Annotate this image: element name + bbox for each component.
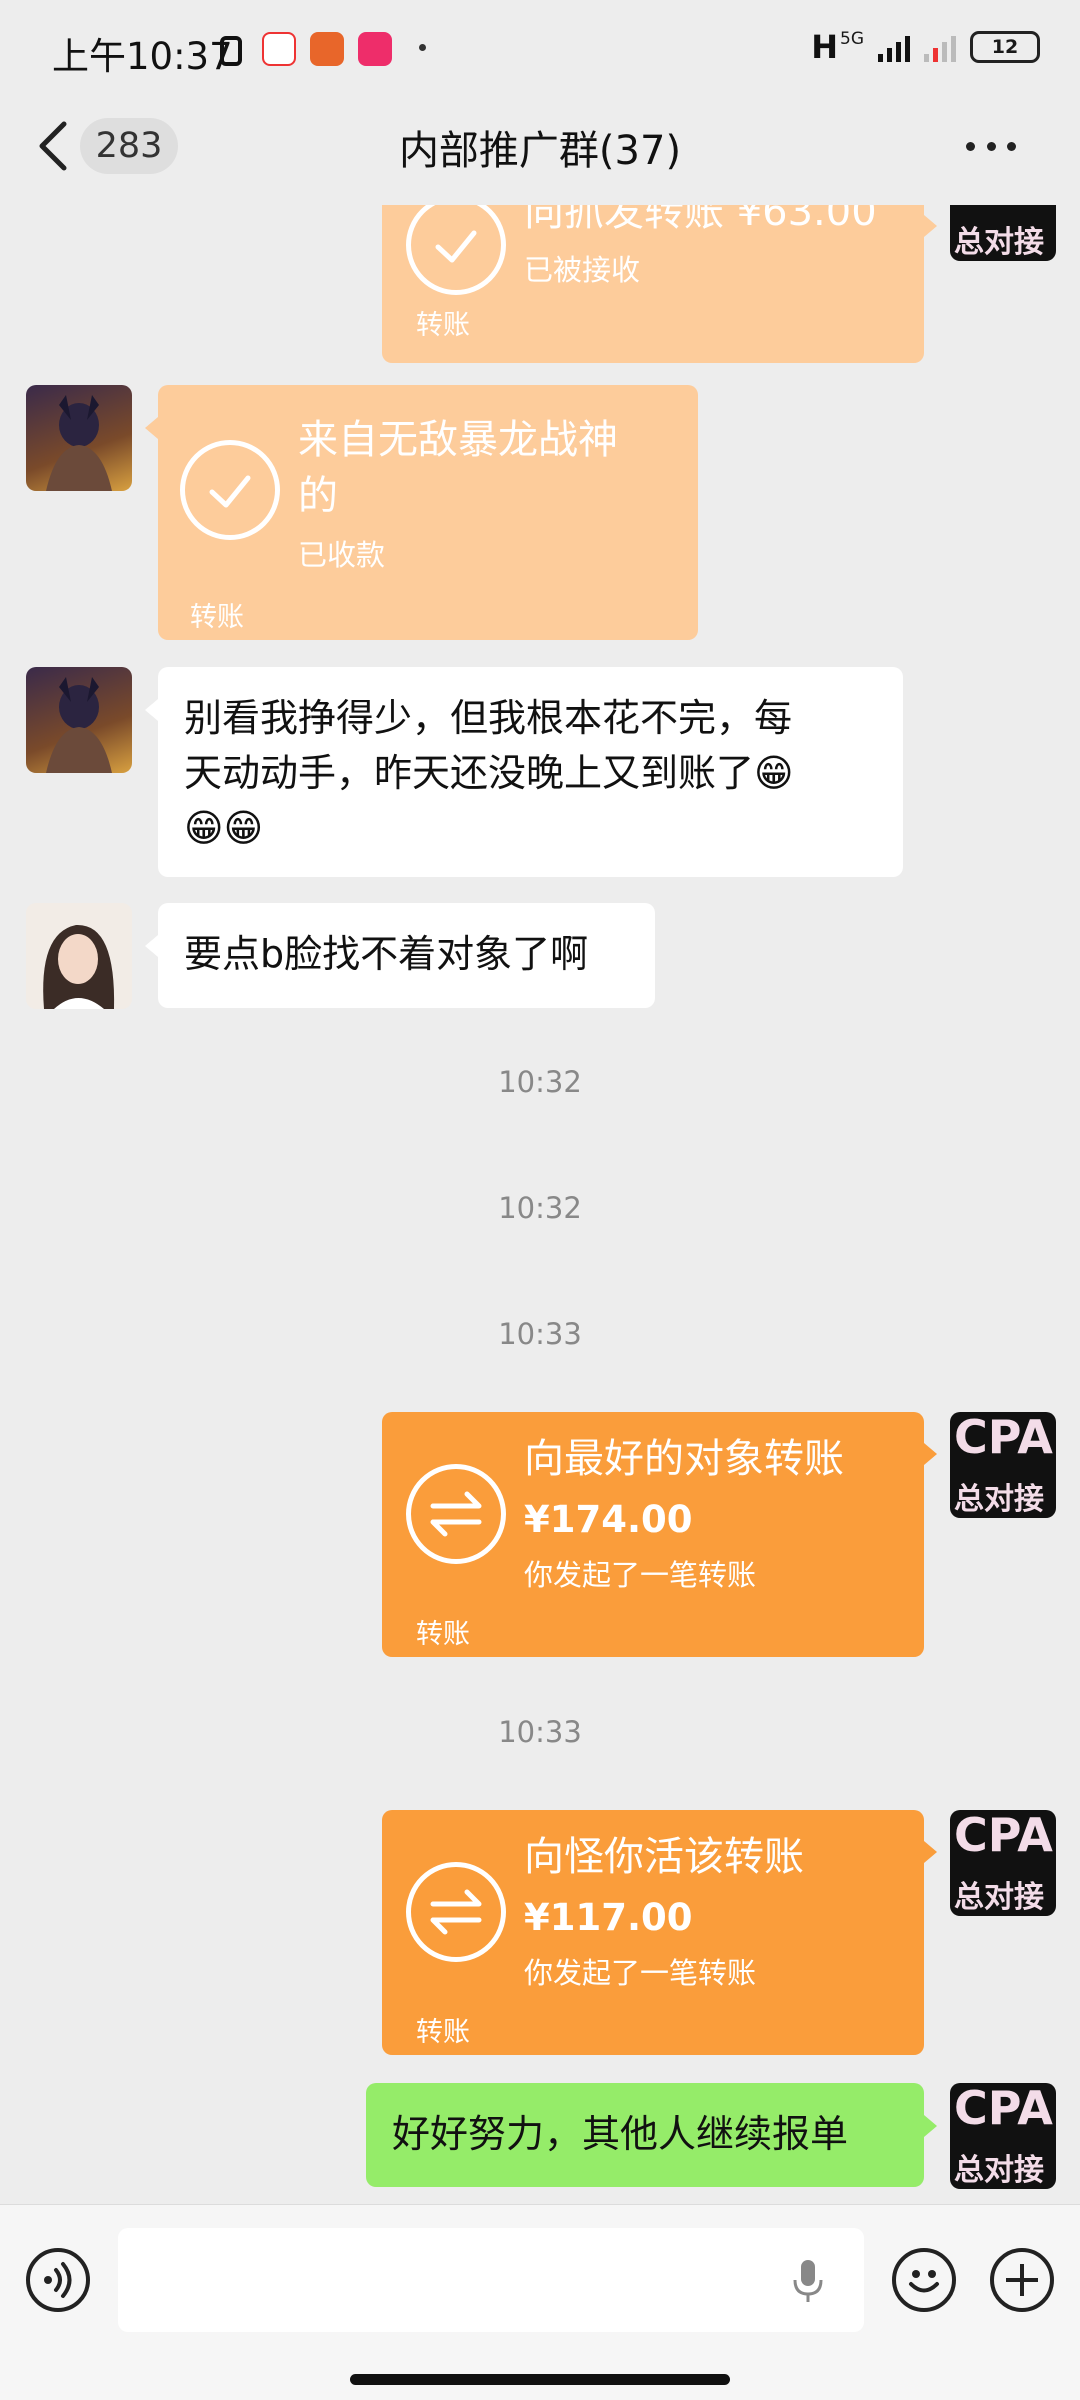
transfer-footer: 转账 [190,602,244,633]
signal-icon [878,32,910,62]
bubble-tail [924,1443,937,1465]
character-avatar-image [46,677,112,773]
avatar-text: 总对接 [954,225,1044,260]
avatar-text: CPA [954,1810,1053,1862]
vibrate-icon [220,36,242,66]
network-sub-label: 5G [840,29,864,49]
voice-mode-icon[interactable] [26,2248,90,2312]
transfer-amount: ¥117.00 [524,1896,693,1939]
transfer-footer: 转账 [416,2017,470,2048]
transfer-status: 你发起了一笔转账 [524,1558,757,1592]
girl-avatar-image [43,924,115,1009]
transfer-title: 来自无敌暴龙战神 [298,417,618,463]
status-time: 上午10:37 [52,35,233,78]
message-input[interactable] [118,2228,864,2332]
transfer-amount: ¥174.00 [524,1498,693,1541]
bubble-tail [145,935,158,957]
avatar[interactable] [26,385,132,491]
transfer-title-line2: 的 [298,473,338,519]
more-options-icon[interactable] [960,124,1022,168]
message-line: 别看我挣得少，但我根本花不完，每 [184,696,793,740]
bubble-tail [924,215,937,237]
transfer-title: 向抓发转账 ¥63.00 [524,205,877,235]
bubble-tail [924,2115,937,2137]
video-call-icon [310,32,344,66]
status-indicators: H 5G 12 [811,28,1040,66]
character-avatar-image [46,395,112,491]
bubble-tail [145,699,158,721]
avatar-text: 总对接 [954,1482,1044,1517]
signal-icon-2 [924,32,956,62]
timestamp: 10:32 [498,1191,582,1225]
exchange-icon [406,1464,506,1564]
transfer-footer: 转账 [416,1619,470,1650]
bubble-tail [145,417,158,439]
avatar[interactable]: CPA 总对接 [950,2083,1056,2189]
avatar[interactable] [26,667,132,773]
chat-messages[interactable]: 向抓发转账 ¥63.00 已被接收 转账 总对接 来自无敌暴龙战神 的 已收款 … [0,205,1080,2205]
transfer-footer: 转账 [416,310,470,341]
transfer-message[interactable]: 来自无敌暴龙战神 的 已收款 转账 [158,385,698,640]
avatar[interactable]: CPA 总对接 [950,1810,1056,1916]
message-line: 天动动手，昨天还没晚上又到账了😁 [184,751,794,795]
microphone-icon[interactable] [792,2258,824,2304]
transfer-title: 向怪你活该转账 [524,1834,804,1880]
avatar[interactable] [26,903,132,1009]
check-icon [406,205,506,295]
transfer-status: 已被接收 [524,253,641,287]
message-line: 😁😁 [184,806,264,850]
avatar-text: CPA [954,2083,1053,2135]
weibo-icon [262,32,296,66]
avatar[interactable]: 总对接 [950,205,1056,261]
transfer-status: 已收款 [298,538,386,572]
avatar-text: 总对接 [954,1880,1044,1915]
transfer-message[interactable]: 向抓发转账 ¥63.00 已被接收 转账 [382,205,924,363]
home-indicator[interactable] [350,2374,730,2385]
douyin-icon [358,32,392,66]
transfer-message[interactable]: 向最好的对象转账 ¥174.00 你发起了一笔转账 转账 [382,1412,924,1657]
text-message[interactable]: 好好努力，其他人继续报单 [366,2083,924,2187]
status-bar: 上午10:37 H 5G 12 [0,0,1080,100]
text-message[interactable]: 要点b脸找不着对象了啊 [158,903,655,1008]
bubble-tail [924,1841,937,1863]
text-message[interactable]: 别看我挣得少，但我根本花不完，每 天动动手，昨天还没晚上又到账了😁 😁😁 [158,667,903,877]
check-icon [180,440,280,540]
battery-icon: 12 [970,31,1040,63]
transfer-status: 你发起了一笔转账 [524,1956,757,1990]
exchange-icon [406,1862,506,1962]
avatar-text: CPA [954,1412,1053,1464]
unread-count-badge[interactable]: 283 [80,118,178,174]
timestamp: 10:33 [498,1317,582,1351]
timestamp: 10:33 [498,1715,582,1749]
timestamp: 10:32 [498,1065,582,1099]
more-notifications-dot [419,44,426,51]
add-icon[interactable] [990,2248,1054,2312]
avatar[interactable]: CPA 总对接 [950,1412,1056,1518]
transfer-title: 向最好的对象转账 [524,1436,844,1482]
emoji-icon[interactable] [892,2248,956,2312]
back-icon[interactable] [34,120,74,172]
transfer-message[interactable]: 向怪你活该转账 ¥117.00 你发起了一笔转账 转账 [382,1810,924,2055]
avatar-text: 总对接 [954,2153,1044,2188]
network-type: H [811,28,838,66]
